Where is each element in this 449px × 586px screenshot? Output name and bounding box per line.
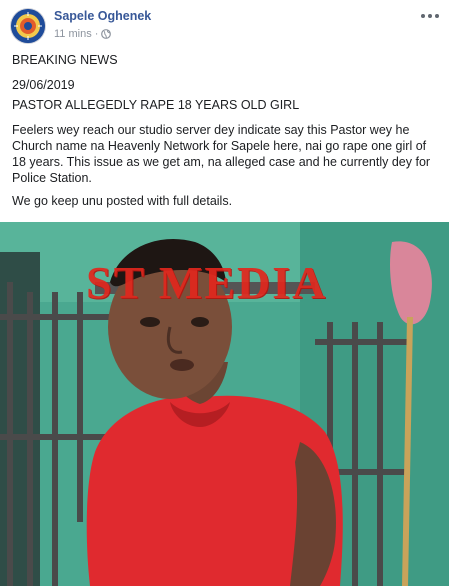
page-avatar[interactable] — [11, 9, 45, 43]
post-line-body: Feelers wey reach our studio server dey … — [12, 123, 431, 185]
post-photo[interactable]: ST MEDIA — [0, 222, 449, 586]
post-line-headline: BREAKING NEWS — [12, 53, 118, 67]
post-line-date: 29/06/2019 — [12, 78, 75, 92]
post-header: Sapele Oghenek 11 mins · — [0, 0, 449, 48]
more-options-icon[interactable] — [421, 9, 439, 23]
page-logo-icon — [11, 9, 45, 43]
meta-separator: · — [94, 28, 99, 40]
globe-icon[interactable] — [101, 29, 112, 39]
post-line-title: PASTOR ALLEGEDLY RAPE 18 YEARS OLD GIRL — [12, 98, 300, 112]
post-meta: 11 mins · — [54, 28, 112, 40]
author-name-link[interactable]: Sapele Oghenek — [54, 9, 151, 23]
post-line-footer: We go keep unu posted with full details. — [12, 194, 233, 208]
post-timestamp[interactable]: 11 mins — [54, 28, 92, 40]
watermark-text: ST MEDIA — [86, 257, 328, 308]
